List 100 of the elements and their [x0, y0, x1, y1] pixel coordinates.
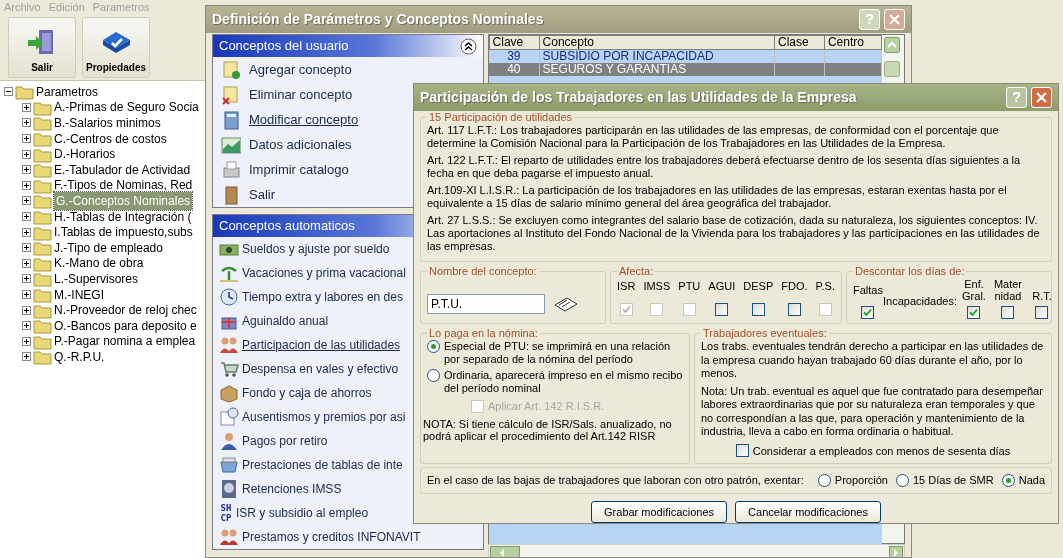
panel-title: Conceptos automaticos	[219, 217, 355, 236]
menu-item[interactable]: Sueldos y ajuste por sueldo	[217, 237, 392, 261]
option-label[interactable]: Nada	[1018, 472, 1045, 489]
expand-icon	[22, 352, 31, 362]
expand-icon	[22, 180, 31, 190]
checkbox-label: FDO.	[781, 279, 808, 294]
menu-item[interactable]: Vacaciones y prima vacacional	[217, 261, 408, 285]
person-icon	[219, 431, 239, 451]
checkbox[interactable]	[967, 306, 981, 319]
folder-icon	[33, 130, 52, 148]
checkbox-label: PTU	[678, 279, 701, 294]
menu-item[interactable]: Pagos por retiro	[217, 429, 330, 453]
option-label[interactable]: Especial de PTU: se imprimirá en una relación por separado de la nómina del período	[444, 340, 683, 366]
option-label[interactable]: 15 Días de SMR	[913, 472, 994, 489]
toolbar-button[interactable]: Propiedades	[82, 17, 150, 78]
checkbox-label: P.S.	[815, 279, 835, 294]
expand-icon	[22, 212, 31, 222]
paragraph: Art. 117 L.F.T.: Los trabajadores participarán en las utilidades de las empresas, de conformidad con el porcentaje que determine la Comisión Nacional para la Participación de los Trabajadores en las Utilidades de la Empresa.	[427, 124, 1000, 150]
tree-item[interactable]: Parametros	[36, 82, 99, 101]
menu-item[interactable]: Prestaciones de tablas de inte	[217, 453, 405, 477]
tree-item[interactable]: H.-Tablas de Integración (	[54, 207, 192, 226]
check-icon	[969, 308, 979, 317]
checkbox[interactable]	[861, 306, 875, 319]
column-header[interactable]: Concepto	[539, 35, 775, 50]
expand-icon	[22, 336, 31, 346]
folder-icon	[33, 192, 52, 210]
folder-icon	[33, 208, 52, 226]
paragraph: Los trabs. eventuales tendrán derecho a participar en las utilidades de la empresa cuando hayan trabajado 60 días durante el año, por lo menos.	[701, 340, 1045, 381]
menu-item[interactable]: Imprimir catalogo	[219, 157, 351, 182]
menu-item[interactable]: Datos adicionales	[219, 132, 354, 157]
collapse-button[interactable]	[459, 37, 477, 55]
checkbox-label: AGUI	[708, 279, 736, 294]
expand-icon	[22, 165, 31, 175]
window-title: Participación de los Trabajadores en las Utilidades de la Empresa	[420, 88, 858, 107]
pencil-icon	[553, 296, 579, 312]
cart-icon	[219, 359, 239, 379]
expand-icon	[22, 274, 31, 284]
expand-icon	[22, 258, 31, 268]
scroll-up-icon	[884, 37, 900, 53]
group-label: Descontar los días de:	[854, 265, 966, 278]
radio-button[interactable]	[427, 369, 440, 382]
action-button[interactable]: Grabar modificaciones	[591, 500, 728, 523]
column-header[interactable]: Clase	[774, 35, 825, 50]
expand-icon	[22, 196, 31, 206]
menu-item[interactable]: Salir	[219, 182, 277, 207]
paragraph: Art.109-XI L.I.S.R.: La participación de los trabajadores en las utilidades de las empresas, estaran exentas hasta por el equivalente a 15 días de salario mínimo general del área geográfica del trabajador.	[427, 184, 1008, 210]
menu-item[interactable]: Ausentismos y premios por asi	[217, 405, 408, 429]
menu-item[interactable]: Prestamos y creditos INFONAVIT	[217, 525, 423, 549]
expand-icon	[22, 321, 31, 331]
paragraph: Art. 122 L.F.T.: El reparto de utilidades entre los trabajadores deberá efectuarse dentro de los sesenta días siguientes a la fecha en que deba pagarse el impuesto anual.	[427, 154, 1022, 180]
checkbox[interactable]	[715, 302, 729, 316]
emblem-icon	[219, 479, 239, 499]
option-label[interactable]: Proporción	[834, 472, 888, 489]
name-field[interactable]: P.T.U.	[427, 294, 545, 314]
checkbox-label: Aplicar Art. 142 R.I.S.R.	[488, 399, 605, 414]
option-label[interactable]: Ordinaria, aparecerá impreso en el mismo recibo del período nominal	[444, 369, 683, 395]
column-header[interactable]: Clave	[489, 35, 540, 50]
expand-icon	[22, 134, 31, 144]
radio-button[interactable]	[817, 473, 831, 487]
checkbox-label: Faltas	[853, 282, 883, 298]
column-header[interactable]: Centro	[824, 35, 882, 50]
document-plus-icon	[221, 59, 241, 80]
checkbox[interactable]	[1035, 306, 1049, 319]
menu-item[interactable]: Participacion de las utilidades	[217, 333, 403, 357]
folder-icon	[33, 286, 52, 303]
tree-item[interactable]: M.-INEGI	[54, 285, 104, 304]
tree-item[interactable]: B.-Salarios minimos	[54, 114, 161, 132]
radio-button[interactable]	[896, 473, 909, 487]
toolbar-button[interactable]: Salir	[8, 17, 76, 78]
radio-button[interactable]	[427, 340, 440, 353]
menu-item[interactable]: Eliminar concepto	[219, 82, 355, 107]
window-title: Definición de Parámetros y Conceptos Nominales	[212, 10, 545, 29]
expand-icon	[22, 227, 31, 237]
tree-item[interactable]: A.-Primas de Seguro Socia	[54, 98, 199, 117]
note-text: NOTA: Si tiene cálculo de ISR/Sals. anualizado, no podrá aplicar el procedimiento del Art.142 RISR	[423, 417, 673, 442]
people-icon	[219, 335, 239, 355]
scroll-right-icon	[889, 546, 903, 557]
box-icon	[219, 383, 239, 403]
menu-item[interactable]: Fondo y caja de ahorros	[217, 381, 374, 405]
tree-item[interactable]: C.-Centros de costos	[54, 129, 167, 148]
folder-icon	[33, 348, 52, 366]
menu-item[interactable]: Aguinaldo anual	[217, 309, 331, 333]
double-chevron-icon	[459, 37, 477, 55]
checkbox[interactable]	[787, 302, 801, 316]
checkbox[interactable]	[735, 444, 749, 458]
menu-item[interactable]: Despensa en vales y efectivo	[217, 357, 401, 381]
folder-icon	[33, 317, 52, 335]
close-button[interactable]	[1031, 87, 1052, 108]
menu-item[interactable]: Tiempo extra y labores en des	[217, 285, 405, 309]
folder-icon	[33, 161, 52, 179]
menu-item[interactable]: Retenciones IMSS	[217, 477, 344, 501]
folder-icon	[15, 83, 34, 101]
menu-item[interactable]: Agregar concepto	[219, 57, 354, 82]
checkbox[interactable]	[751, 302, 765, 316]
action-button[interactable]: Cancelar modificaciones	[735, 500, 881, 523]
paragraph: Nota: Un trab. eventual es aquel que fue contratado para desempeñar labores extraordinarias que por su naturaleza eran temporales y que no correspondían a las que, para operación y mantenimiento de la industria, lleva a cabo en forma ordinaria o habitual.	[701, 384, 1044, 439]
checkbox[interactable]	[1001, 306, 1015, 319]
clock-icon	[219, 287, 239, 307]
radio-button[interactable]	[1001, 473, 1015, 487]
menu-item[interactable]: Modificar concepto	[219, 107, 361, 132]
